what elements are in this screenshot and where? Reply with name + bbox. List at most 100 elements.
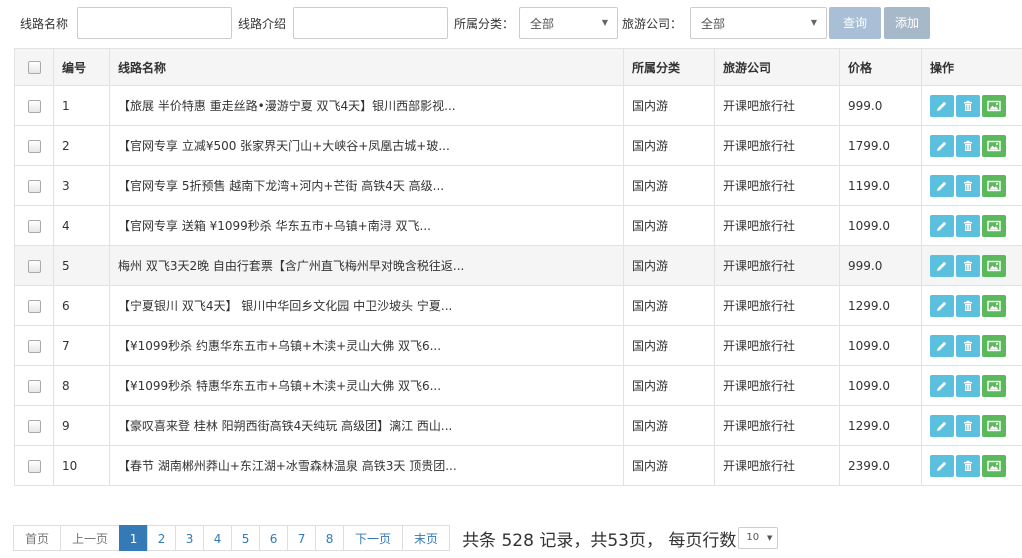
row-actions [921,245,1022,286]
row-checkbox[interactable] [27,459,41,473]
row-company: 开课吧旅行社 [714,205,840,246]
page-size-value: 10 [746,532,760,543]
table-row: 3 【官网专享 5折预售 越南下龙湾+河内+芒街 高铁4天 高级... 国内游 … [14,165,1022,206]
table-header-row: 编号 线路名称 所属分类 旅游公司 价格 操作 [14,48,1022,86]
last-page-link[interactable]: 末页 [402,525,451,551]
delete-button[interactable] [956,134,980,157]
select-all-cell [14,48,54,86]
pencil-icon [937,381,947,391]
page-link-3[interactable]: 3 [175,525,205,551]
pencil-icon [937,421,947,431]
row-route-name: 【官网专享 立减¥500 张家界天门山+大峡谷+凤凰古城+玻... [109,125,624,166]
row-select-cell [14,125,54,166]
image-button[interactable] [982,214,1006,237]
image-button[interactable] [982,294,1006,317]
header-name: 线路名称 [109,48,624,86]
row-select-cell [14,85,54,126]
image-button[interactable] [982,254,1006,277]
page-link-8[interactable]: 8 [315,525,345,551]
edit-button[interactable] [930,174,954,197]
delete-button[interactable] [956,294,980,317]
edit-button[interactable] [930,454,954,477]
search-bar: 线路名称 线路介绍 所属分类： 全部 ▼ 旅游公司： 全部 ▼ 查询 添加 [0,6,1022,40]
trash-icon [964,420,972,431]
row-checkbox[interactable] [27,259,41,273]
delete-button[interactable] [956,414,980,437]
table-row: 4 【官网专享 送箱 ¥1099秒杀 华东五市+乌镇+南浔 双飞... 国内游 … [14,205,1022,246]
row-checkbox[interactable] [27,419,41,433]
pencil-icon [937,141,947,151]
add-button[interactable]: 添加 [884,7,930,39]
row-checkbox[interactable] [27,379,41,393]
page-link-2[interactable]: 2 [147,525,177,551]
row-checkbox[interactable] [27,299,41,313]
row-actions [921,325,1022,366]
row-checkbox[interactable] [27,219,41,233]
row-checkbox[interactable] [27,99,41,113]
next-page-link[interactable]: 下一页 [343,525,404,551]
delete-button[interactable] [956,454,980,477]
row-category: 国内游 [623,245,715,286]
row-price: 1299.0 [839,285,922,326]
row-checkbox[interactable] [27,139,41,153]
image-button[interactable] [982,134,1006,157]
delete-button[interactable] [956,94,980,117]
category-select[interactable]: 全部 ▼ [519,7,618,39]
row-company: 开课吧旅行社 [714,325,840,366]
prev-page-link[interactable]: 上一页 [60,525,121,551]
edit-button[interactable] [930,414,954,437]
row-company: 开课吧旅行社 [714,445,840,486]
first-page-link[interactable]: 首页 [13,525,62,551]
row-checkbox[interactable] [27,339,41,353]
edit-button[interactable] [930,254,954,277]
image-button[interactable] [982,374,1006,397]
page-size-select[interactable]: 10 ▼ [738,527,779,549]
row-company: 开课吧旅行社 [714,245,840,286]
row-category: 国内游 [623,85,715,126]
image-button[interactable] [982,414,1006,437]
page-link-5[interactable]: 5 [231,525,261,551]
picture-icon [987,380,1001,391]
route-intro-input[interactable] [293,7,448,39]
edit-button[interactable] [930,294,954,317]
image-button[interactable] [982,94,1006,117]
chevron-down-icon: ▼ [810,18,817,27]
company-select[interactable]: 全部 ▼ [690,7,827,39]
query-button[interactable]: 查询 [829,7,881,39]
trash-icon [964,340,972,351]
trash-icon [964,180,972,191]
delete-button[interactable] [956,334,980,357]
row-actions [921,445,1022,486]
category-selected-value: 全部 [530,17,555,31]
row-select-cell [14,285,54,326]
picture-icon [987,460,1001,471]
page-link-4[interactable]: 4 [203,525,233,551]
row-checkbox[interactable] [27,179,41,193]
table-row: 5 梅州 双飞3天2晚 自由行套票【含广州直飞梅州早对晚含税往返... 国内游 … [14,245,1022,286]
page-link-6[interactable]: 6 [259,525,289,551]
page-link-1[interactable]: 1 [119,525,149,551]
image-button[interactable] [982,454,1006,477]
header-price: 价格 [839,48,922,86]
row-id: 3 [53,165,110,206]
edit-button[interactable] [930,334,954,357]
table-row: 10 【春节 湖南郴州莽山+东江湖+冰雪森林温泉 高铁3天 顶贵团... 国内游… [14,445,1022,486]
image-button[interactable] [982,174,1006,197]
page-link-7[interactable]: 7 [287,525,317,551]
edit-button[interactable] [930,214,954,237]
edit-button[interactable] [930,94,954,117]
table-row: 2 【官网专享 立减¥500 张家界天门山+大峡谷+凤凰古城+玻... 国内游 … [14,125,1022,166]
route-name-input[interactable] [77,7,232,39]
delete-button[interactable] [956,374,980,397]
row-category: 国内游 [623,165,715,206]
delete-button[interactable] [956,174,980,197]
select-all-checkbox[interactable] [27,61,41,74]
row-id: 10 [53,445,110,486]
row-company: 开课吧旅行社 [714,405,840,446]
edit-button[interactable] [930,134,954,157]
row-actions [921,405,1022,446]
delete-button[interactable] [956,254,980,277]
edit-button[interactable] [930,374,954,397]
delete-button[interactable] [956,214,980,237]
image-button[interactable] [982,334,1006,357]
